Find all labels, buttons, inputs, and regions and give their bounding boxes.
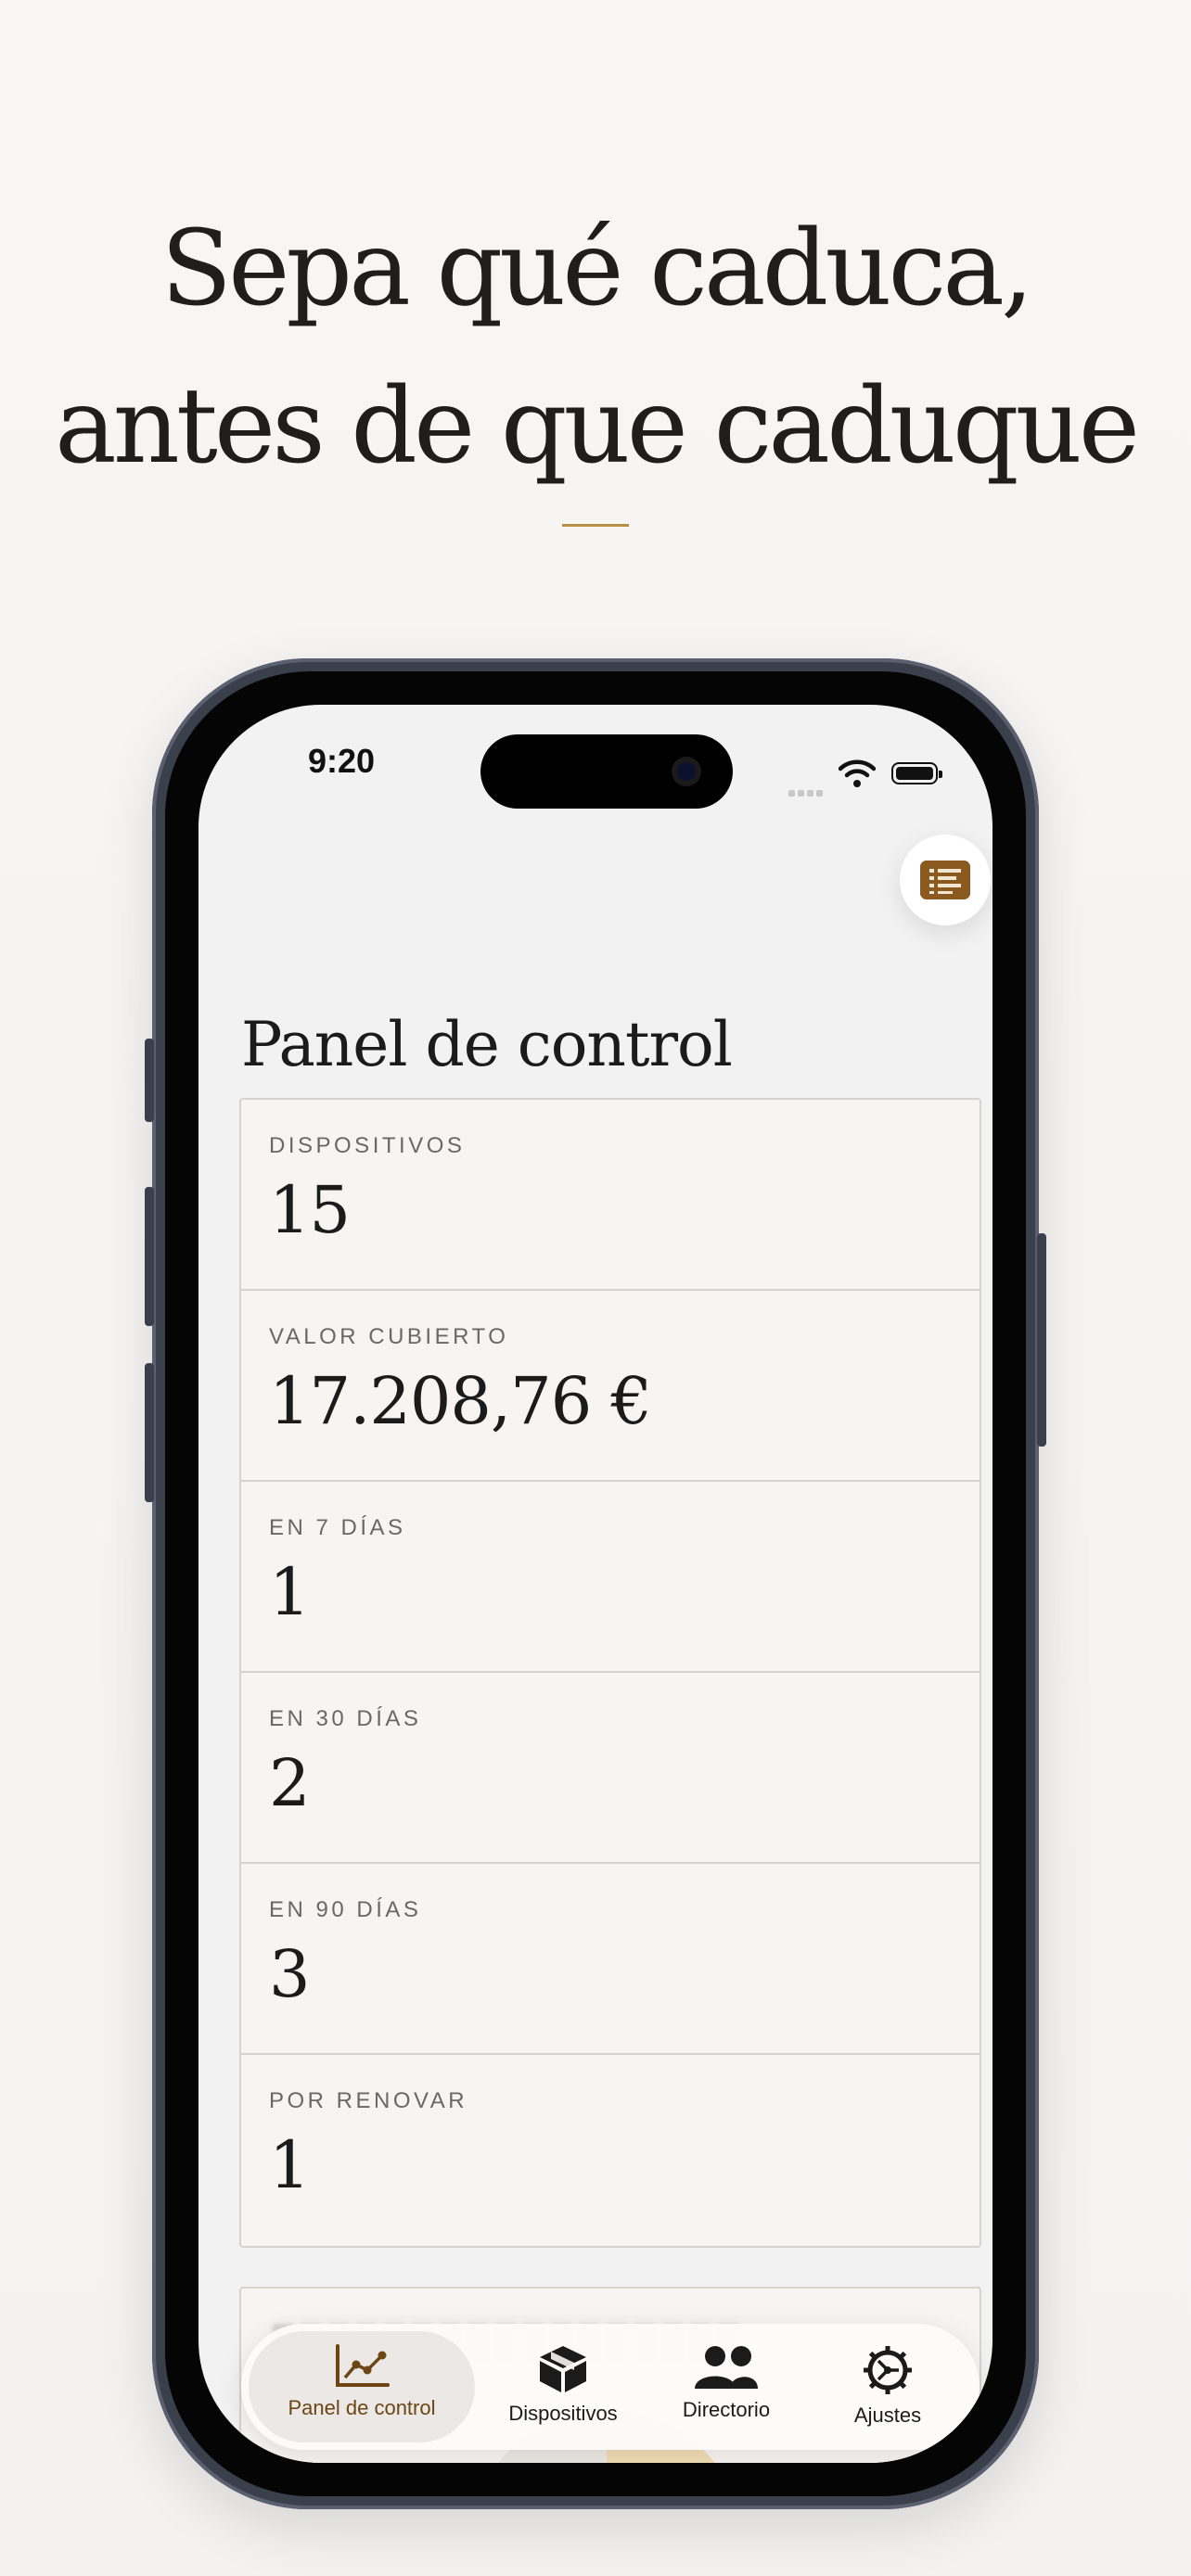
stat-label: POR RENOVAR	[269, 2088, 468, 2113]
volume-up-button	[145, 1187, 154, 1326]
stat-label: EN 90 DÍAS	[269, 1897, 422, 1922]
marketing-headline: Sepa qué caduca, antes de que caduque	[0, 190, 1191, 505]
headline-line-2: antes de que caduque	[55, 366, 1140, 487]
stat-value: 1	[269, 1554, 311, 1630]
volume-down-button	[145, 1363, 154, 1502]
side-button	[1037, 1233, 1046, 1447]
action-button	[145, 1039, 154, 1122]
tab-directory[interactable]: Directorio	[657, 2331, 796, 2442]
stats-card: DISPOSITIVOS 15 VALOR CUBIERTO 17.208,76…	[239, 1098, 981, 2248]
headline-divider	[562, 524, 629, 527]
stat-value: 2	[269, 1745, 311, 1821]
stat-value: 17.208,76 €	[269, 1363, 652, 1439]
stat-devices: DISPOSITIVOS 15	[241, 1100, 980, 1291]
stat-label: EN 30 DÍAS	[269, 1706, 422, 1731]
stat-covered-value: VALOR CUBIERTO 17.208,76 €	[241, 1291, 980, 1482]
list-icon	[920, 861, 970, 899]
stat-to-renew: POR RENOVAR 1	[241, 2055, 980, 2246]
chart-line-icon	[336, 2344, 390, 2387]
list-view-button[interactable]	[900, 835, 991, 925]
wifi-icon	[839, 759, 876, 787]
app-screen: 9:20 Panel de control DISPOSITIVOS 15 VA…	[198, 705, 992, 2463]
tab-label: Dispositivos	[508, 2402, 618, 2425]
tab-bar: Panel de control Dispositivos Directorio…	[241, 2324, 980, 2450]
tab-label: Directorio	[682, 2398, 771, 2421]
phone-frame: 9:20 Panel de control DISPOSITIVOS 15 VA…	[145, 658, 1046, 2509]
camera-icon	[672, 757, 701, 786]
stat-7-days: EN 7 DÍAS 1	[241, 1482, 980, 1673]
box-icon	[540, 2346, 586, 2392]
stat-value: 15	[269, 1172, 351, 1248]
battery-icon	[891, 762, 942, 784]
page-title: Panel de control	[241, 1009, 733, 1080]
phone-bezel: 9:20 Panel de control DISPOSITIVOS 15 VA…	[165, 671, 1026, 2496]
gear-icon	[864, 2346, 912, 2394]
tab-label: Panel de control	[288, 2396, 436, 2419]
stat-30-days: EN 30 DÍAS 2	[241, 1673, 980, 1864]
headline-line-1: Sepa qué caduca,	[160, 209, 1033, 329]
tab-dashboard[interactable]: Panel de control	[249, 2331, 475, 2442]
tab-settings[interactable]: Ajustes	[818, 2331, 957, 2442]
stat-value: 1	[269, 2127, 311, 2203]
cellular-signal-icon	[788, 784, 826, 801]
tab-devices[interactable]: Dispositivos	[493, 2331, 633, 2442]
stat-label: DISPOSITIVOS	[269, 1133, 466, 1158]
stat-value: 3	[269, 1936, 311, 2012]
stat-90-days: EN 90 DÍAS 3	[241, 1864, 980, 2055]
stat-label: EN 7 DÍAS	[269, 1515, 406, 1540]
people-icon	[695, 2346, 758, 2389]
status-time: 9:20	[308, 742, 376, 780]
tab-label: Ajustes	[853, 2404, 922, 2427]
dynamic-island	[480, 734, 733, 809]
stat-label: VALOR CUBIERTO	[269, 1324, 509, 1349]
